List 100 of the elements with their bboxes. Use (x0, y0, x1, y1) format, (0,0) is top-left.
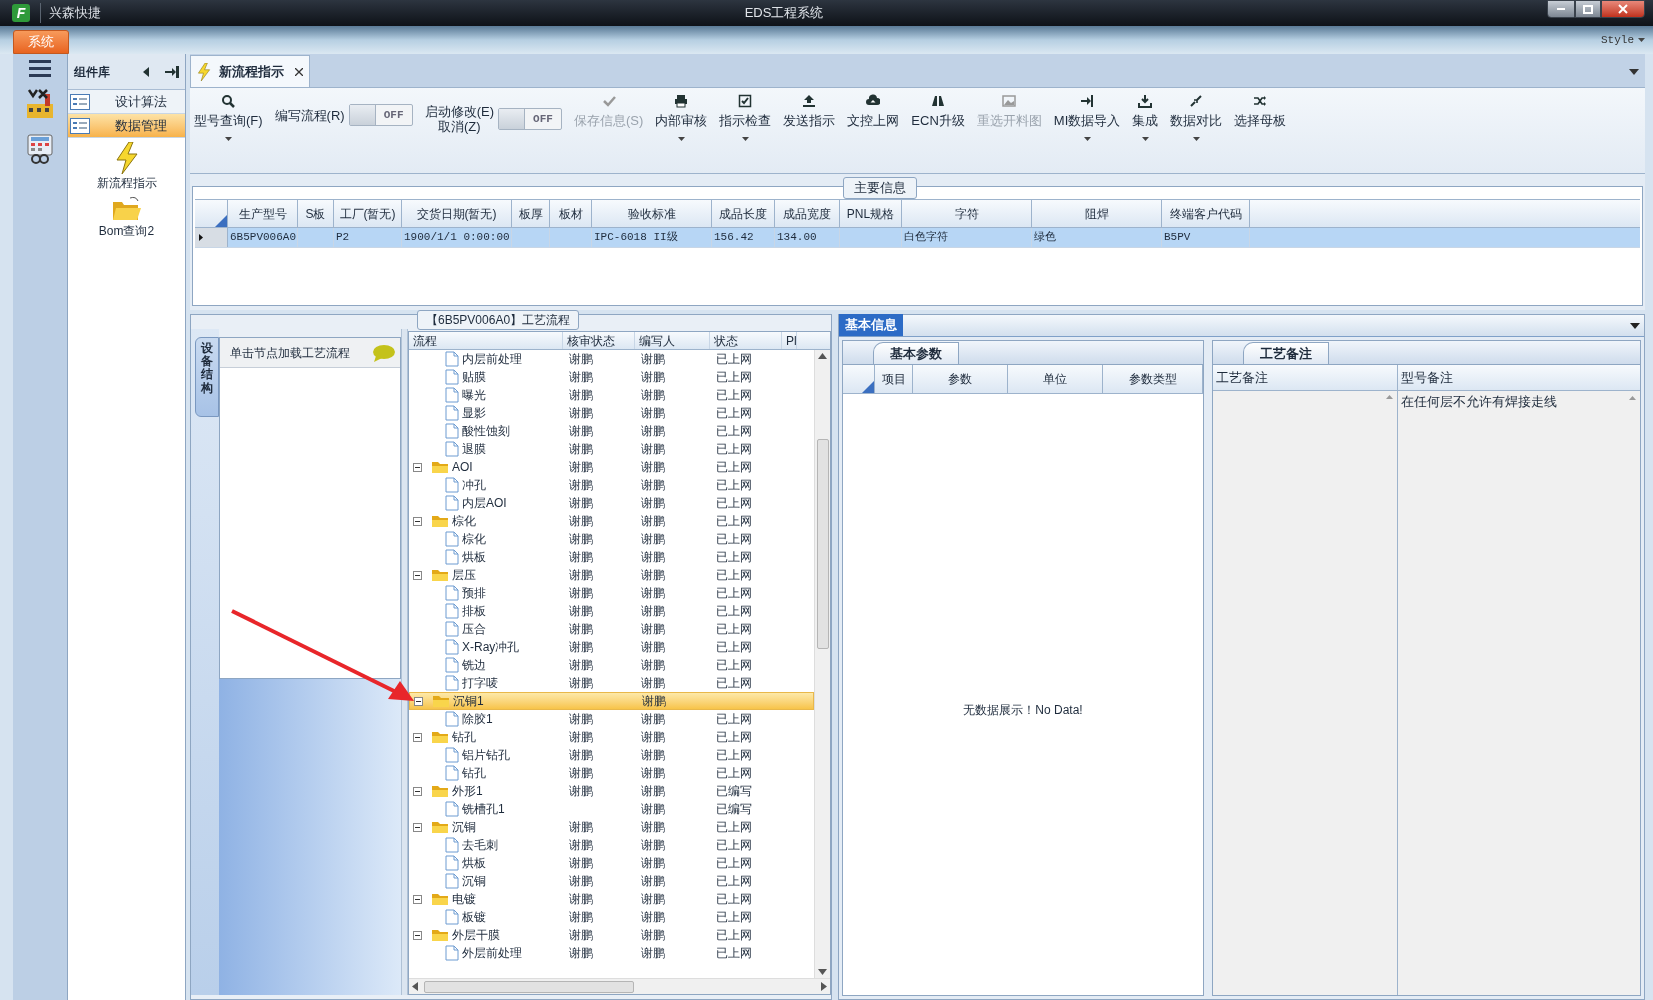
tree-row[interactable]: 外形1 谢鹏 谢鹏 已编写 (409, 782, 814, 800)
column-header[interactable]: 状态 (710, 332, 782, 349)
toolbar-button[interactable]: 集成 (1132, 94, 1159, 141)
sub-tab[interactable]: 工艺备注 (1243, 342, 1329, 364)
tree-row[interactable]: 沉铜 谢鹏 谢鹏 已上网 (409, 818, 814, 836)
table-cell: 已上网 (716, 424, 752, 438)
table-cell: 已上网 (716, 550, 752, 564)
tree-row[interactable]: 钻孔 谢鹏 谢鹏 已上网 (409, 728, 814, 746)
table-cell-text: 绿色 (1034, 230, 1056, 246)
tree-row[interactable]: 冲孔 谢鹏 谢鹏 已上网 (409, 476, 814, 494)
tree-row[interactable]: 打字唛 谢鹏 谢鹏 已上网 (409, 674, 814, 692)
tree-row[interactable]: 外层干膜 谢鹏 谢鹏 已上网 (409, 926, 814, 944)
column-header[interactable]: S板 (298, 200, 334, 227)
basic-info-tab[interactable]: 基本信息 (839, 314, 903, 336)
column-header[interactable]: 字符 (902, 200, 1032, 227)
column-header[interactable]: 流程 (409, 332, 563, 349)
tree-row[interactable]: 贴膜 谢鹏 谢鹏 已上网 (409, 368, 814, 386)
table-row[interactable]: 6B5PV006A0 P2 1900/1/1 0:00:00 IPC-6018 II级 156.42 134.00 白色字符 绿色 B5PV (195, 228, 1640, 248)
column-header[interactable]: 参数类型 (1103, 365, 1203, 393)
table-cell: 已上网 (716, 928, 752, 942)
tree-row[interactable]: 电镀 谢鹏 谢鹏 已上网 (409, 890, 814, 908)
column-header[interactable]: 工厂(暂无) (334, 200, 402, 227)
tree-row[interactable]: 去毛刺 谢鹏 谢鹏 已上网 (409, 836, 814, 854)
tree-row[interactable]: 沉铜1 谢鹏 (409, 692, 814, 710)
tree-row[interactable]: 预排 谢鹏 谢鹏 已上网 (409, 584, 814, 602)
toolbar-button[interactable]: 选择母板 (1234, 94, 1287, 131)
tree-row[interactable]: 压合 谢鹏 谢鹏 已上网 (409, 620, 814, 638)
tree-row[interactable]: 排板 谢鹏 谢鹏 已上网 (409, 602, 814, 620)
toolbar-button[interactable]: 内部审核 (655, 94, 708, 141)
tree-row[interactable]: 铝片钻孔 谢鹏 谢鹏 已上网 (409, 746, 814, 764)
column-header[interactable]: Pl (782, 332, 797, 349)
column-header[interactable]: 核审状态 (563, 332, 635, 349)
tree-row[interactable]: 内层前处理 谢鹏 谢鹏 已上网 (409, 350, 814, 368)
tree-row[interactable]: X-Ray冲孔 谢鹏 谢鹏 已上网 (409, 638, 814, 656)
tree-row[interactable]: 烘板 谢鹏 谢鹏 已上网 (409, 854, 814, 872)
column-header[interactable]: 型号备注 (1398, 365, 1640, 390)
toolbar-button[interactable]: 文控上网 (847, 94, 900, 131)
toolbar-button[interactable]: ECN升级 (911, 94, 965, 131)
column-header[interactable]: 交货日期(暂无) (402, 200, 512, 227)
tree-row[interactable]: AOI 谢鹏 谢鹏 已上网 (409, 458, 814, 476)
tree-row[interactable]: 除胶1 谢鹏 谢鹏 已上网 (409, 710, 814, 728)
tree-row[interactable]: 铣边 谢鹏 谢鹏 已上网 (409, 656, 814, 674)
node-label: 外层干膜 (452, 927, 500, 944)
table-cell: 谢鹏 (569, 910, 593, 924)
table-cell: 谢鹏 (569, 442, 593, 456)
tree-row[interactable]: 曝光 谢鹏 谢鹏 已上网 (409, 386, 814, 404)
style-menu[interactable]: Style (1601, 31, 1645, 48)
tree-row[interactable]: 显影 谢鹏 谢鹏 已上网 (409, 404, 814, 422)
column-header[interactable]: 编写人 (635, 332, 710, 349)
tree-row[interactable]: 铣槽孔1 谢鹏 已编写 (409, 800, 814, 818)
node-label: 打字唛 (462, 675, 498, 692)
tree-row[interactable]: 退膜 谢鹏 谢鹏 已上网 (409, 440, 814, 458)
tree-row[interactable]: 酸性蚀刻 谢鹏 谢鹏 已上网 (409, 422, 814, 440)
tree-row[interactable]: 层压 谢鹏 谢鹏 已上网 (409, 566, 814, 584)
tree-row[interactable]: 棕化 谢鹏 谢鹏 已上网 (409, 512, 814, 530)
column-header[interactable]: 参数 (913, 365, 1008, 393)
column-header[interactable]: 验收标准 (592, 200, 712, 227)
side-tab[interactable]: 设备结构 (195, 337, 219, 417)
node-label: 沉铜 (452, 819, 476, 836)
tree-row[interactable]: 烘板 谢鹏 谢鹏 已上网 (409, 548, 814, 566)
tree-row[interactable]: 板镀 谢鹏 谢鹏 已上网 (409, 908, 814, 926)
column-header[interactable]: 单位 (1008, 365, 1103, 393)
column-header[interactable]: 板材 (550, 200, 592, 227)
toolbar-button[interactable]: 发送指示 (783, 94, 836, 131)
column-header[interactable]: 阻焊 (1032, 200, 1162, 227)
column-header[interactable]: 板厚 (512, 200, 550, 227)
tile-button[interactable]: 新流程指示 (68, 142, 185, 192)
table-cell: 已上网 (716, 442, 752, 456)
toolbar-button[interactable]: 型号查询(F) (194, 94, 263, 141)
column-header[interactable]: 终端客户代码 (1162, 200, 1250, 227)
table-cell: 已上网 (716, 712, 752, 726)
tile-button[interactable]: Bom查询2 (68, 196, 185, 240)
table-cell: 已上网 (716, 460, 752, 474)
column-header[interactable]: 成品长度 (712, 200, 775, 227)
column-header[interactable]: 成品宽度 (775, 200, 840, 227)
column-header[interactable]: PNL规格 (840, 200, 902, 227)
sub-tab[interactable]: 基本参数 (873, 342, 959, 364)
tree-row[interactable]: 内层AOI 谢鹏 谢鹏 已上网 (409, 494, 814, 512)
toolbar-button[interactable]: 数据对比 (1170, 94, 1223, 141)
table-cell: 谢鹏 (641, 730, 665, 744)
toggle-switch[interactable]: OFF (498, 108, 562, 130)
toolbar-button[interactable]: MI数据导入 (1053, 94, 1121, 141)
table-cell: 已上网 (716, 532, 752, 546)
table-cell: 已上网 (716, 604, 752, 618)
column-header[interactable]: 工艺备注 (1213, 365, 1398, 390)
table-cell: 谢鹏 (569, 658, 593, 672)
toolbar-button[interactable]: 指示检查 (719, 94, 772, 141)
toggle-switch[interactable]: OFF (348, 104, 413, 126)
component-list-item[interactable]: 设计算法 (68, 90, 185, 114)
tree-row[interactable]: 棕化 谢鹏 谢鹏 已上网 (409, 530, 814, 548)
tree-row[interactable]: 外层前处理 谢鹏 谢鹏 已上网 (409, 944, 814, 962)
tree-row[interactable]: 钻孔 谢鹏 谢鹏 已上网 (409, 764, 814, 782)
tree-row[interactable]: 沉铜 谢鹏 谢鹏 已上网 (409, 872, 814, 890)
table-cell: 谢鹏 (569, 676, 593, 690)
column-header[interactable]: 生产型号 (228, 200, 298, 227)
empty-message: 无数据展示！No Data! (963, 701, 1083, 719)
column-header[interactable]: 项目 (875, 365, 913, 393)
component-list-item[interactable]: 数据管理 (68, 114, 185, 138)
document-tab[interactable]: 新流程指示 (190, 55, 310, 87)
table-cell: 已编写 (716, 802, 752, 816)
